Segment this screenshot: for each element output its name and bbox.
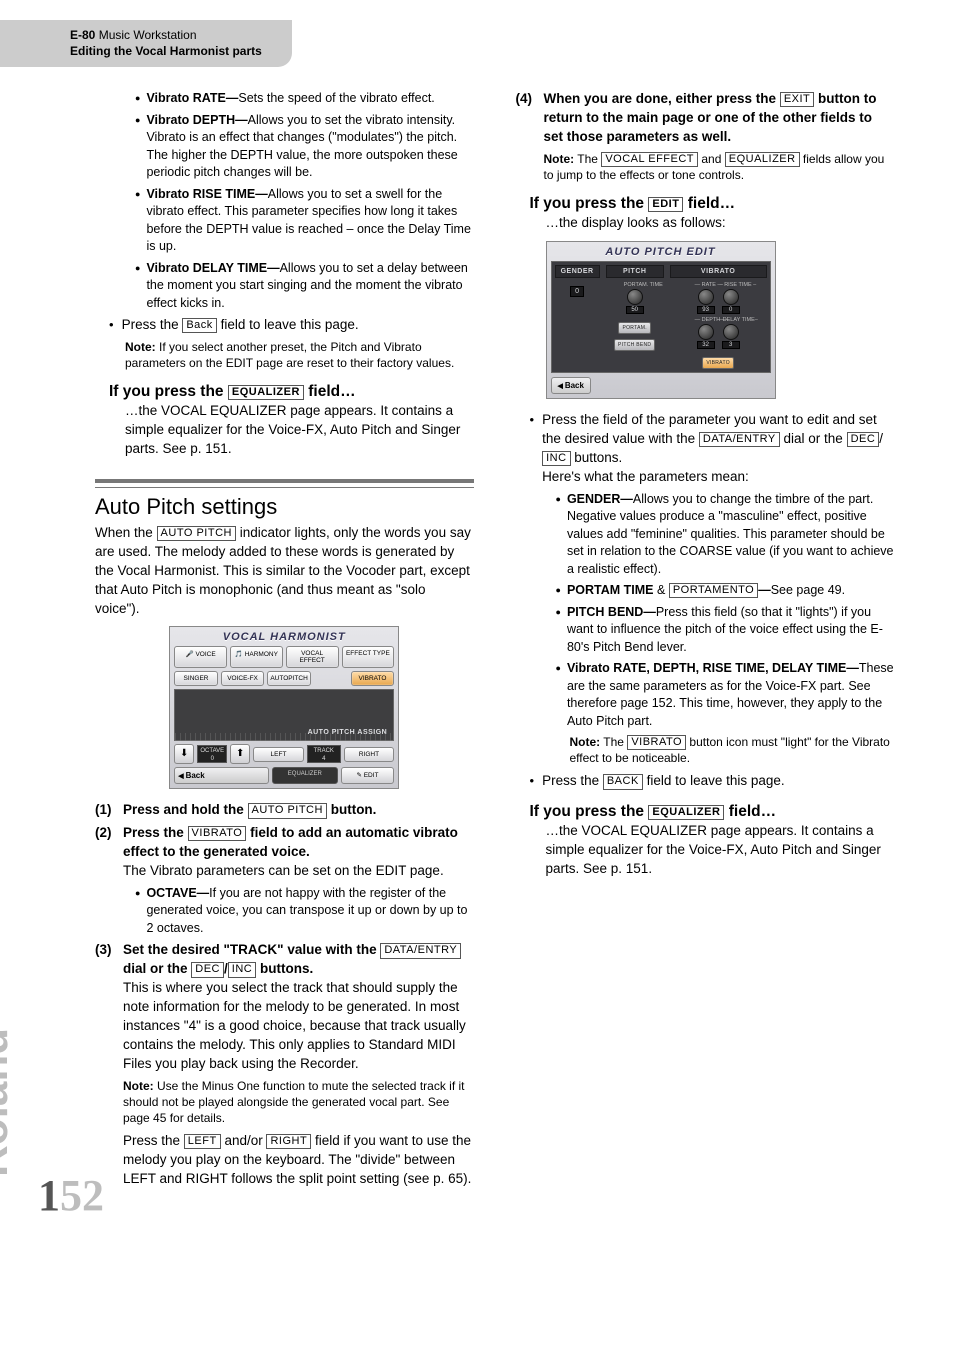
ape-back-btn: Back: [551, 377, 591, 394]
bullet-vibrato-rise: Vibrato RISE TIME—Allows you to set a sw…: [135, 186, 474, 256]
step3-left-right: Press the LEFT and/or RIGHT field if you…: [123, 1132, 474, 1189]
ape-rate-knob: — RATE — 93: [695, 282, 717, 314]
bullet-gender: GENDER—Allows you to change the timbre o…: [556, 491, 895, 579]
inc-button-ref: INC: [228, 962, 256, 977]
ape-vibrato-col: VIBRATO — RATE — 93 – RISE TIME – 0: [670, 265, 767, 369]
bullet-vibrato-delay: Vibrato DELAY TIME—Allows you to set a d…: [135, 260, 474, 313]
ape-delay-knob: –DELAY TIME– 3: [720, 317, 742, 349]
vh-back-btn: Back: [174, 767, 269, 784]
vh-track-display: TRACK4: [307, 745, 341, 763]
vh-autopitch-btn: AUTOPITCH: [267, 671, 311, 686]
back-field-ref: Back: [182, 318, 216, 333]
autopitch-indicator-ref: AUTO PITCH: [157, 526, 236, 541]
brand-logo: Roland: [0, 1028, 18, 1177]
dataentry-dial-ref-2: DATA/ENTRY: [699, 432, 780, 447]
vh-effect-type-btn: EFFECT TYPE: [342, 646, 395, 668]
bullet-edit-param: Press the field of the parameter you wan…: [516, 411, 895, 487]
edit-field-ref: EDIT: [648, 197, 683, 212]
vibrato-field-ref: VIBRATO: [188, 826, 247, 841]
vocal-harmonist-screenshot: VOCAL HARMONIST 🎤 VOICE 🎵 HARMONY VOCAL …: [169, 626, 399, 789]
back-field-ref-2: BACK: [603, 774, 643, 789]
vh-voice-btn: 🎤 VOICE: [174, 646, 227, 668]
dec-button-ref: DEC: [191, 962, 224, 977]
note-preset-reset: Note: If you select another preset, the …: [125, 339, 474, 371]
step-2: (2) Press the VIBRATO field to add an au…: [95, 824, 474, 881]
note-minus-one: Note: Use the Minus One function to mute…: [123, 1078, 474, 1127]
heading-equalizer-2: If you press the EQUALIZER field…: [516, 803, 895, 821]
heading-equalizer-1: If you press the EQUALIZER field…: [95, 383, 474, 401]
step-4: (4) When you are done, either press the …: [516, 90, 895, 147]
vh-left-btn: LEFT: [253, 747, 304, 762]
right-column: (4) When you are done, either press the …: [516, 90, 895, 1197]
dec-button-ref-2: DEC: [847, 432, 880, 447]
vh-down-arrow-icon: ⬇: [174, 744, 194, 764]
bullet-press-back-2: Press the BACK field to leave this page.: [516, 772, 895, 791]
page-number: 152: [38, 1170, 104, 1221]
edit-body: …the display looks as follows:: [516, 214, 895, 233]
left-field-ref: LEFT: [184, 1134, 221, 1149]
ape-depth-knob: — DEPTH — 32: [695, 317, 717, 349]
vh-voicefx-btn: VOICE-FX: [221, 671, 265, 686]
auto-pitch-edit-screenshot: AUTO PITCH EDIT GENDER 0 PITCH PORTAM. T…: [546, 241, 776, 399]
inc-button-ref-2: INC: [542, 451, 570, 466]
left-column: Vibrato RATE—Sets the speed of the vibra…: [95, 90, 474, 1197]
note-vibrato-light: Note: The VIBRATO button icon must "ligh…: [556, 734, 895, 766]
vh-octave-display: OCTAVE0: [197, 745, 227, 763]
equalizer-field-ref: EQUALIZER: [228, 385, 304, 400]
equalizer-field-ref-2: EQUALIZER: [725, 152, 800, 167]
portamento-ref: PORTAMENTO: [669, 583, 758, 598]
vh-up-arrow-icon: ⬆: [230, 744, 250, 764]
vh-vibrato-btn: VIBRATO: [351, 671, 395, 686]
vh-singer-btn: SINGER: [174, 671, 218, 686]
heading-edit-field: If you press the EDIT field…: [516, 195, 895, 213]
dataentry-dial-ref: DATA/ENTRY: [380, 943, 461, 958]
ape-title: AUTO PITCH EDIT: [551, 246, 771, 258]
bullet-vibrato-4params: Vibrato RATE, DEPTH, RISE TIME, DELAY TI…: [556, 660, 895, 730]
vh-harmony-btn: 🎵 HARMONY: [230, 646, 283, 668]
section-divider: [95, 479, 474, 488]
ape-portam-knob: PORTAM. TIME 50: [624, 282, 646, 314]
step-3: (3) Set the desired "TRACK" value with t…: [95, 941, 474, 1073]
bullet-press-back: Press the Back field to leave this page.: [95, 316, 474, 335]
ape-rise-knob: – RISE TIME – 0: [720, 282, 742, 314]
vibrato-button-ref: VIBRATO: [627, 735, 686, 750]
vh-equalizer-btn: EQUALIZER: [272, 767, 338, 784]
ape-pitchbend-toggle: PITCH BEND: [614, 339, 655, 351]
heading-auto-pitch-settings: Auto Pitch settings: [95, 494, 474, 520]
vh-edit-btn: ✎ EDIT: [341, 767, 395, 784]
autopitch-button-ref: AUTO PITCH: [248, 803, 327, 818]
vh-body-panel: AUTO PITCH ASSIGN: [174, 689, 394, 741]
vh-vocal-effect-btn: VOCAL EFFECT: [286, 646, 339, 668]
ape-vibrato-toggle: VIBRATO: [702, 357, 734, 369]
equalizer-body-1: …the VOCAL EQUALIZER page appears. It co…: [95, 402, 474, 459]
ape-gender-col: GENDER 0: [555, 265, 600, 369]
auto-pitch-intro: When the AUTO PITCH indicator lights, on…: [95, 524, 474, 618]
exit-button-ref: EXIT: [780, 92, 814, 107]
vh-right-btn: RIGHT: [344, 747, 395, 762]
bullet-pitchbend: PITCH BEND—Press this field (so that it …: [556, 604, 895, 657]
step-1: (1) Press and hold the AUTO PITCH button…: [95, 801, 474, 820]
ape-pitch-col: PITCH PORTAM. TIME 50 PORTAM. PITCH BEND: [606, 265, 664, 369]
equalizer-body-2: …the VOCAL EQUALIZER page appears. It co…: [516, 822, 895, 879]
equalizer-field-ref-3: EQUALIZER: [648, 805, 724, 820]
note-vocal-effect-eq: Note: The VOCAL EFFECT and EQUALIZER fie…: [544, 151, 895, 183]
vh-title: VOCAL HARMONIST: [174, 631, 394, 643]
ape-portam-toggle: PORTAM.: [618, 322, 650, 334]
bullet-vibrato-rate: Vibrato RATE—Sets the speed of the vibra…: [135, 90, 474, 108]
ape-gender-val: 0: [570, 286, 584, 297]
bullet-octave: OCTAVE—If you are not happy with the reg…: [135, 885, 474, 938]
bullet-portam: PORTAM TIME & PORTAMENTO—See page 49.: [556, 582, 895, 600]
vocal-effect-field-ref: VOCAL EFFECT: [601, 152, 698, 167]
right-field-ref: RIGHT: [266, 1134, 311, 1149]
bullet-vibrato-depth: Vibrato DEPTH—Allows you to set the vibr…: [135, 112, 474, 182]
